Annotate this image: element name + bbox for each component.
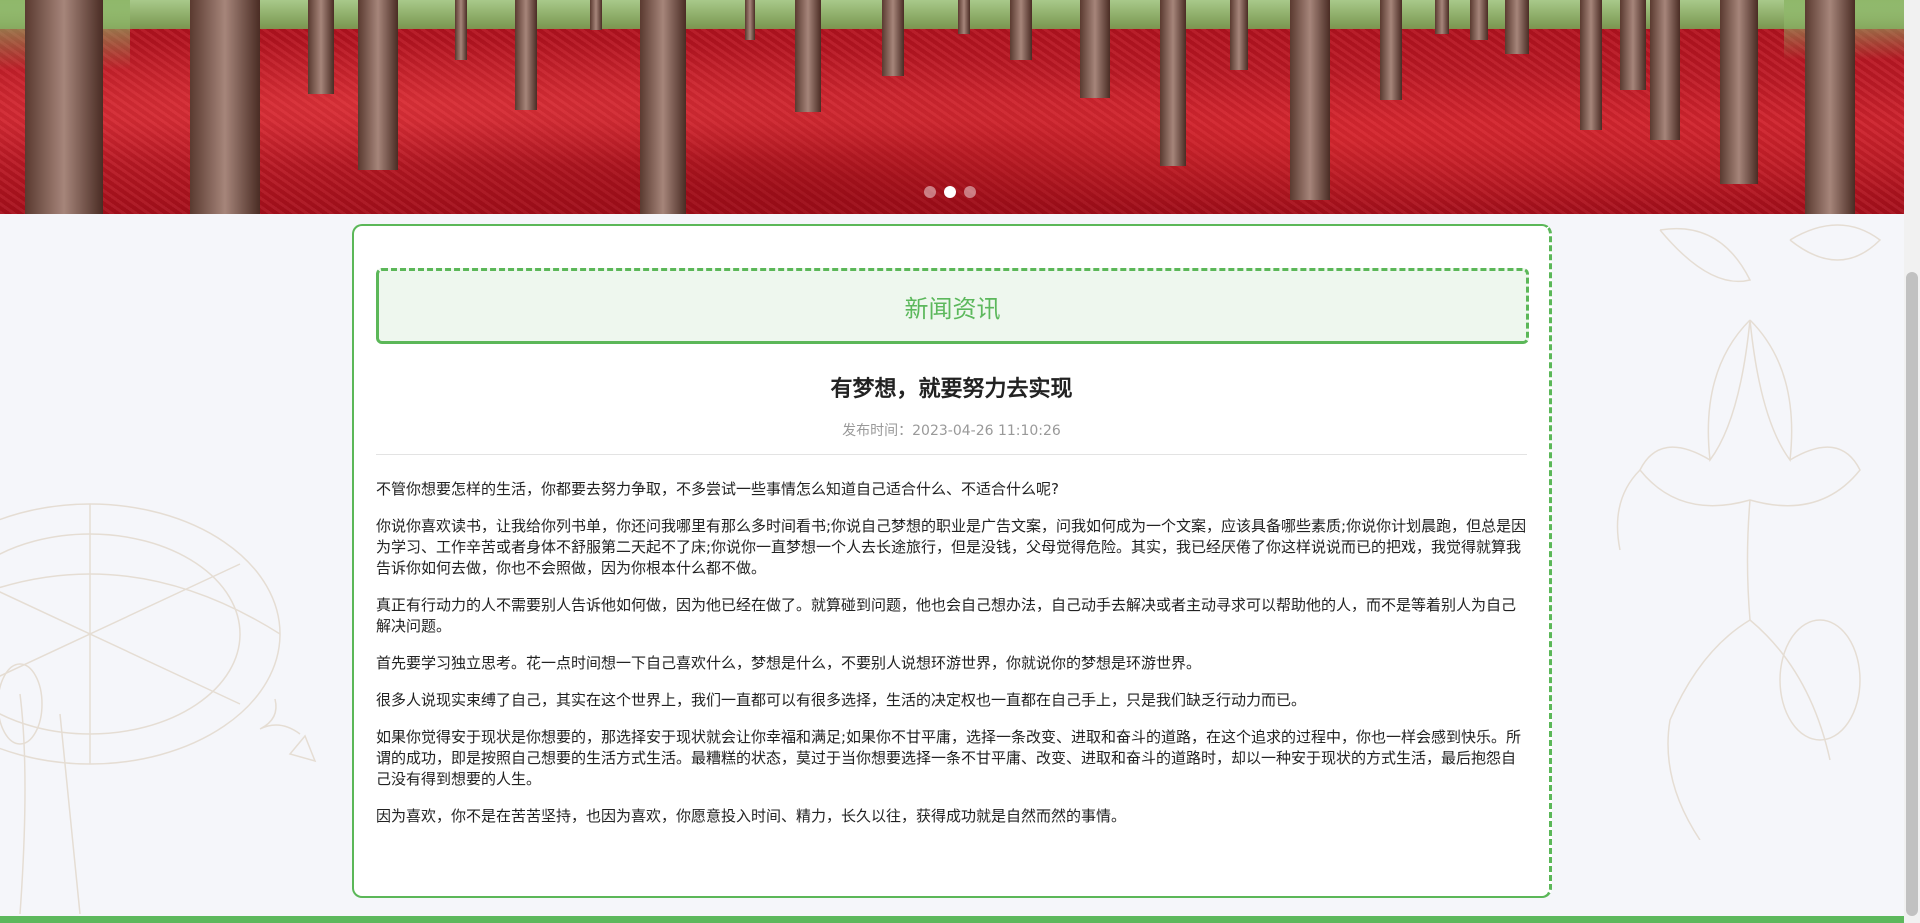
publish-time-label: 发布时间：	[842, 423, 913, 439]
divider	[376, 454, 1527, 455]
page-scrollbar[interactable]	[1904, 0, 1920, 923]
scrollbar-thumb[interactable]	[1906, 272, 1918, 916]
news-detail-card: 新闻资讯 有梦想，就要努力去实现 发布时间：2023-04-26 11:10:2…	[352, 224, 1552, 898]
publish-time-value: 2023-04-26 11:10:26	[912, 423, 1061, 439]
footer-bar	[0, 916, 1904, 923]
article-paragraph: 很多人说现实束缚了自己，其实在这个世界上，我们一直都可以有很多选择，生活的决定权…	[376, 691, 1307, 709]
article-paragraph: 首先要学习独立思考。花一点时间想一下自己喜欢什么，梦想是什么，不要别人说想环游世…	[376, 654, 1202, 672]
carousel-dot-3[interactable]	[964, 186, 976, 198]
article-paragraph: 真正有行动力的人不需要别人告诉他如何做，因为他已经在做了。就算碰到问题，他也会自…	[376, 596, 1517, 635]
hero-banner	[0, 0, 1904, 214]
carousel-dot-2[interactable]	[944, 186, 956, 198]
article-paragraph: 不管你想要怎样的生活，你都要去努力争取，不多尝试一些事情怎么知道自己适合什么、不…	[376, 480, 1059, 498]
article-body: 不管你想要怎样的生活，你都要去努力争取，不多尝试一些事情怎么知道自己适合什么、不…	[376, 479, 1527, 827]
section-title: 新闻资讯	[376, 268, 1529, 344]
banner-tree-trunks	[25, 0, 1855, 214]
carousel-dot-1[interactable]	[924, 186, 936, 198]
article-paragraph: 你说你喜欢读书，让我给你列书单，你还问我哪里有那么多时间看书;你说自己梦想的职业…	[376, 517, 1527, 577]
publish-time: 发布时间：2023-04-26 11:10:26	[376, 420, 1527, 440]
article-paragraph: 因为喜欢，你不是在苦苦坚持，也因为喜欢，你愿意投入时间、精力，长久以往，获得成功…	[376, 807, 1127, 825]
lotus-decoration-right	[1616, 224, 1882, 840]
lotus-decoration-left	[0, 503, 317, 914]
section-title-text: 新闻资讯	[904, 294, 1001, 323]
carousel-indicators	[924, 186, 976, 198]
article-paragraph: 如果你觉得安于现状是你想要的，那选择安于现状就会让你幸福和满足;如果你不甘平庸，…	[376, 728, 1522, 788]
article-title: 有梦想，就要努力去实现	[830, 377, 1073, 402]
